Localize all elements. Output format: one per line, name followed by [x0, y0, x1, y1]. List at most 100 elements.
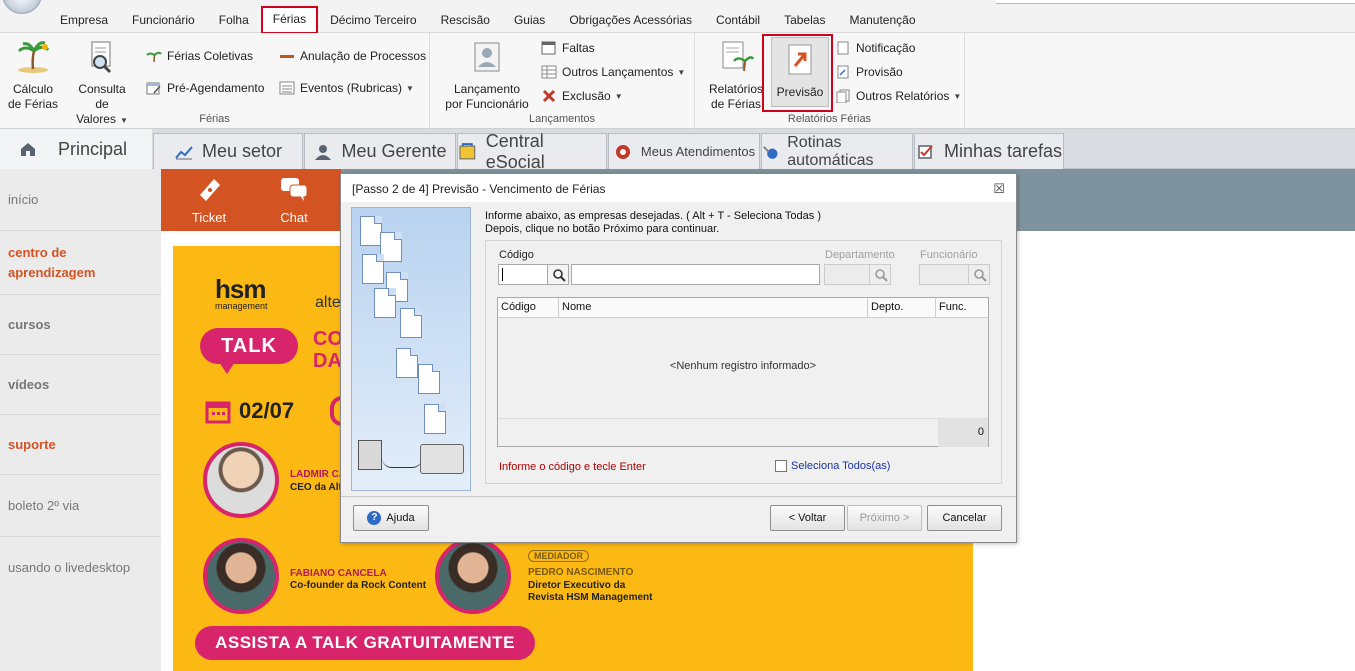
provisao-button[interactable]: Provisão [835, 63, 903, 81]
magnifier-document-icon [91, 41, 112, 74]
document-icon [424, 404, 446, 434]
sidebar-item-inicio[interactable]: início [0, 169, 161, 231]
tab-rotinas-automaticas[interactable]: Rotinas automáticas [761, 133, 913, 169]
document-arrow-icon [837, 65, 849, 79]
tab-bar: Principal Meu setor Meu Gerente Central … [0, 129, 1355, 172]
cancel-button[interactable]: Cancelar [927, 505, 1002, 531]
select-all-checkbox[interactable] [775, 460, 787, 472]
sidebar-item-centro-aprendizagem[interactable]: centro de aprendizagem [0, 231, 161, 295]
faltas-button[interactable]: Faltas [541, 39, 595, 57]
menu-ferias[interactable]: Férias [260, 6, 319, 34]
codigo-search-button[interactable] [547, 264, 569, 285]
document-icon [360, 216, 382, 246]
document-icon [396, 348, 418, 378]
menu-tabelas[interactable]: Tabelas [772, 7, 837, 33]
menu-guias[interactable]: Guias [502, 7, 557, 33]
tab-meu-setor[interactable]: Meu setor [153, 133, 303, 169]
menu-funcionario[interactable]: Funcionário [120, 7, 207, 33]
mediator-role-2: Revista HSM Management [528, 592, 653, 603]
column-func[interactable]: Func. [936, 298, 988, 318]
back-button[interactable]: < Voltar [770, 505, 845, 531]
outros-lancamentos-button[interactable]: Outros Lançamentos ▼ [541, 63, 685, 81]
top-search-box[interactable] [996, 0, 1355, 4]
dialog-close-icon[interactable]: ☒ [993, 181, 1005, 197]
event-date: 02/07 [205, 398, 294, 424]
banner-title-line2: DA [313, 350, 342, 372]
column-nome[interactable]: Nome [559, 298, 868, 318]
pre-agendamento-button[interactable]: Pré-Agendamento [146, 79, 264, 97]
tab-meu-gerente[interactable]: Meu Gerente [304, 133, 456, 169]
anulacao-processos-label: Anulação de Processos [300, 49, 427, 63]
tab-minhas-tarefas[interactable]: Minhas tarefas [914, 133, 1064, 169]
tab-meus-atendimentos-label: Meus Atendimentos [640, 144, 756, 159]
document-icon [418, 364, 440, 394]
tab-meu-setor-label: Meu setor [201, 141, 283, 161]
watch-talk-button[interactable]: ASSISTA A TALK GRATUITAMENTE [195, 626, 535, 660]
notificacao-button[interactable]: Notificação [835, 39, 915, 57]
menu-contabil[interactable]: Contábil [704, 7, 772, 33]
funcionario-label: Funcionário [920, 249, 978, 261]
ticket-button[interactable]: Ticket [179, 175, 239, 225]
menu-rescisao[interactable]: Rescisão [429, 7, 502, 33]
menu-decimo-terceiro[interactable]: Décimo Terceiro [318, 7, 428, 33]
sidebar-item-boleto[interactable]: boleto 2º via [0, 475, 161, 537]
person-document-icon [474, 42, 500, 72]
ferias-coletivas-button[interactable]: Férias Coletivas [146, 47, 253, 65]
talk-badge-tail [219, 362, 235, 374]
menu-folha[interactable]: Folha [207, 7, 261, 33]
chat-button[interactable]: Chat [264, 175, 324, 225]
calculo-ferias-label: Cálculo de Férias [7, 82, 59, 111]
exclusao-button[interactable]: Exclusão ▼ [541, 87, 623, 105]
instruction-line-1: Informe abaixo, as empresas desejadas. (… [485, 210, 821, 222]
sidebar-item-cursos[interactable]: cursos [0, 295, 161, 355]
instruction-line-2: Depois, clique no botão Próximo para con… [485, 223, 720, 235]
document-icon [400, 308, 422, 338]
cable-line [382, 458, 422, 468]
ribbon-group-ferias-label: Férias [199, 113, 230, 125]
select-all-option[interactable]: Seleciona Todos(as) [775, 460, 890, 472]
sidebar-item-livedesktop[interactable]: usando o livedesktop [0, 537, 161, 597]
help-button[interactable]: ? Ajuda [353, 505, 429, 531]
eventos-rubricas-button[interactable]: Eventos (Rubricas) ▼ [279, 79, 414, 97]
empresas-grid[interactable]: Código Nome Depto. Func. <Nenhum registr… [497, 297, 989, 447]
report-palm-icon [722, 41, 755, 72]
provisao-label: Provisão [856, 65, 903, 79]
lancamento-funcionario-button[interactable]: Lançamento por Funcionário [442, 39, 532, 112]
printer-icon [420, 444, 464, 474]
help-icon: ? [367, 511, 382, 525]
outros-relatorios-button[interactable]: Outros Relatórios ▼ [835, 87, 961, 105]
ribbon-group-lancamentos-label: Lançamentos [528, 113, 596, 125]
menu-empresa[interactable]: Empresa [48, 7, 120, 33]
ticket-icon [200, 179, 220, 201]
palm-tree-icon [17, 41, 50, 73]
calendar-icon [205, 401, 231, 424]
outros-lancamentos-label: Outros Lançamentos [562, 65, 674, 79]
codigo-input[interactable] [498, 264, 548, 285]
tab-principal[interactable]: Principal [0, 129, 152, 169]
departamento-input [824, 264, 870, 285]
calculo-ferias-button[interactable]: Cálculo de Férias [6, 39, 60, 112]
app-orb-icon[interactable] [2, 0, 42, 14]
sidebar-item-suporte[interactable]: suporte [0, 415, 161, 475]
documents-icon [836, 89, 850, 103]
menu-obrigacoes[interactable]: Obrigações Acessórias [557, 7, 704, 33]
tab-meus-atendimentos[interactable]: Meus Atendimentos [608, 133, 760, 169]
support-icon [615, 144, 630, 159]
codigo-label: Código [499, 249, 534, 261]
user-icon [315, 144, 332, 160]
column-codigo[interactable]: Código [498, 298, 559, 318]
grid-header: Código Nome Depto. Func. [498, 298, 988, 318]
anulacao-processos-button[interactable]: Anulação de Processos [279, 47, 426, 65]
relatorios-ferias-button[interactable]: Relatórios de Férias [705, 39, 767, 112]
mediator-tag: MEDIADOR [528, 550, 589, 562]
quick-actions: Ticket Chat [161, 169, 341, 231]
ribbon-group-relatorios-label: Relatórios Férias [787, 113, 872, 125]
menu-manutencao[interactable]: Manutenção [837, 7, 927, 33]
search-icon [974, 269, 987, 282]
tab-central-esocial[interactable]: Central eSocial [457, 131, 607, 172]
sidebar-item-videos[interactable]: vídeos [0, 355, 161, 415]
chat-icon [281, 178, 308, 201]
input-hint: Informe o código e tecle Enter [499, 461, 646, 473]
column-depto[interactable]: Depto. [868, 298, 936, 318]
tab-meu-gerente-label: Meu Gerente [341, 141, 447, 161]
